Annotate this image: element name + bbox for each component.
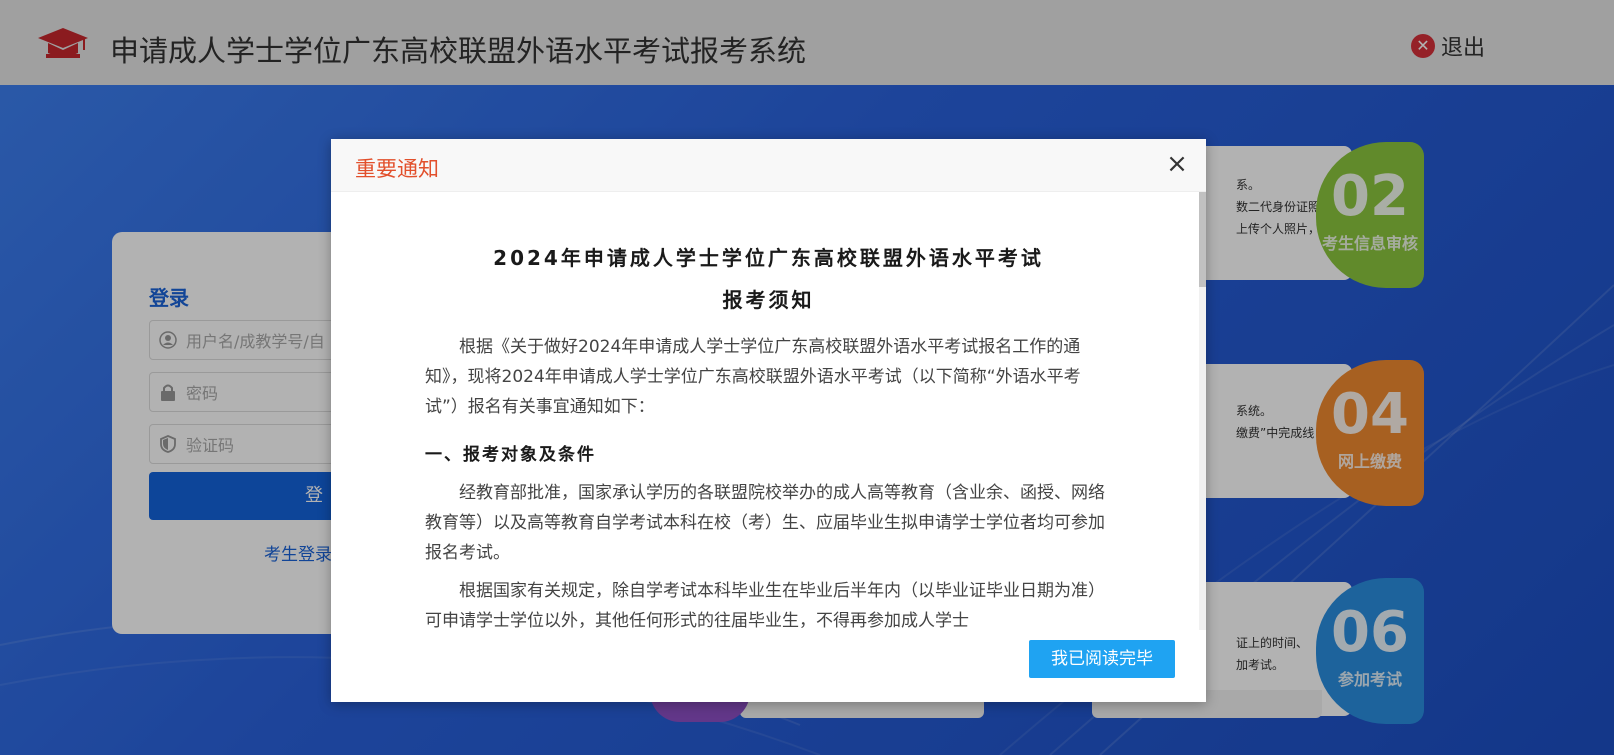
modal-body[interactable]: 2024年申请成人学士学位广东高校联盟外语水平考试 报考须知 根据《关于做好20…: [331, 192, 1206, 630]
paragraph: 根据国家有关规定，除自学考试本科毕业生在毕业后半年内（以毕业证毕业日期为准）可申…: [425, 581, 1105, 630]
document-subtitle: 报考须知: [722, 288, 815, 312]
modal-title: 重要通知: [355, 157, 439, 181]
scrollbar[interactable]: [1199, 192, 1206, 630]
paragraph: 根据《关于做好2024年申请成人学士学位广东高校联盟外语水平考试报名工作的通知》…: [425, 337, 1081, 417]
close-icon[interactable]: ×: [1164, 151, 1190, 177]
document-title: 2024年申请成人学士学位广东高校联盟外语水平考试: [493, 246, 1044, 270]
scrollbar-thumb[interactable]: [1199, 192, 1206, 287]
modal-header: 重要通知 ×: [331, 139, 1206, 192]
confirm-read-button[interactable]: 我已阅读完毕: [1029, 640, 1175, 678]
modal-footer: 我已阅读完毕: [331, 630, 1206, 702]
section-heading: 一、报考对象及条件: [425, 445, 596, 465]
paragraph: 经教育部批准，国家承认学历的各联盟院校举办的成人高等教育（含业余、函授、网络教育…: [425, 483, 1105, 563]
notice-modal: 重要通知 × 2024年申请成人学士学位广东高校联盟外语水平考试 报考须知 根据…: [331, 139, 1206, 702]
